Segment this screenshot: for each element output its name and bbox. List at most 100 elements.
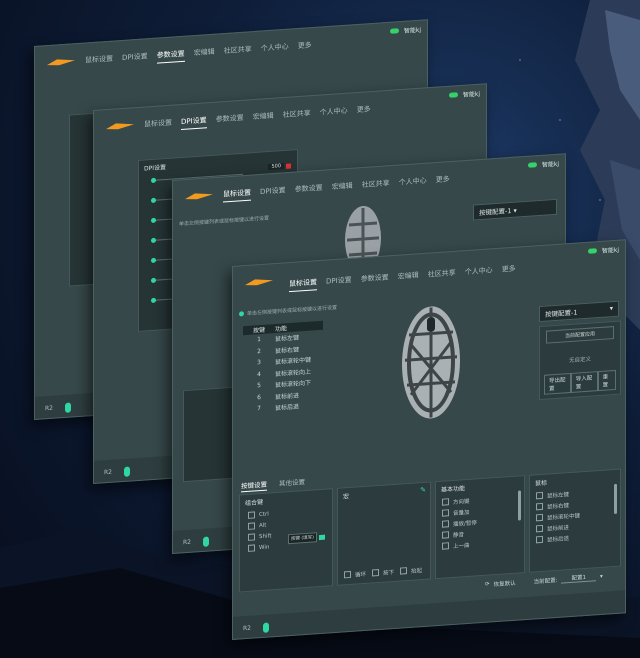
- row-key: 2: [257, 347, 261, 356]
- reset-button[interactable]: 重置: [597, 369, 616, 392]
- row-key: 4: [257, 370, 261, 379]
- main-tabs: 鼠标设置 DPI设置 参数设置 宏编辑 社区共享 个人中心 更多: [223, 174, 450, 203]
- macro-loop[interactable]: 循环: [344, 568, 366, 580]
- device-label: R2: [183, 538, 191, 547]
- refresh-icon[interactable]: ⟳: [485, 581, 490, 587]
- mouse-icon[interactable]: [203, 536, 209, 547]
- tab-community[interactable]: 社区共享: [428, 268, 456, 283]
- row-key: 5: [257, 382, 261, 390]
- tab-dpi[interactable]: DPI设置: [326, 275, 352, 290]
- tab-macro[interactable]: 宏编辑: [332, 181, 353, 195]
- tab-params[interactable]: 参数设置: [216, 113, 244, 128]
- mouse-scrollbar[interactable]: [614, 483, 617, 515]
- tab-mouse-settings[interactable]: 鼠标设置: [85, 54, 113, 69]
- combo-key-label: Shift: [259, 532, 272, 540]
- tab-dpi[interactable]: DPI设置: [260, 185, 286, 200]
- slider-knob[interactable]: [151, 297, 156, 304]
- window-titlebar: 智能kj: [527, 159, 559, 170]
- tab-community[interactable]: 社区共享: [224, 44, 252, 59]
- tab-more[interactable]: 更多: [357, 104, 371, 118]
- mouse-item-label: 鼠标前进: [547, 524, 570, 533]
- dpi-color-swatch[interactable]: [286, 163, 291, 169]
- window-titlebar: 智能kj: [389, 25, 421, 36]
- key-table: 按键 功能 1 鼠标左键 2 鼠标右键 3 鼠标滚轮中键 4 鼠标滚轮向上 5 鼠标滚轮向…: [243, 320, 323, 416]
- row-key: 6: [257, 393, 261, 402]
- slider-knob[interactable]: [151, 197, 156, 204]
- macro-release[interactable]: 抬起: [400, 564, 422, 576]
- device-label: R2: [45, 404, 53, 413]
- window-title: 智能kj: [403, 26, 421, 35]
- profile-panel: 当前配置应用 无自定义 导出配置 导入配置 重置: [539, 320, 621, 401]
- tab-profile[interactable]: 个人中心: [399, 176, 427, 191]
- tab-community[interactable]: 社区共享: [362, 178, 390, 193]
- col-function: 功能: [275, 325, 288, 334]
- macro-option-label: 循环: [355, 571, 367, 579]
- tab-mouse-settings[interactable]: 鼠标设置: [144, 118, 172, 133]
- mouse-item-label: 鼠标滚轮中键: [547, 512, 581, 522]
- macro-panel: 宏 ✎ 循环 按下 抬起: [337, 481, 431, 586]
- tab-dpi[interactable]: DPI设置: [122, 51, 148, 66]
- basic-item-label: 方向键: [453, 498, 470, 506]
- tab-profile[interactable]: 个人中心: [320, 106, 348, 121]
- tab-more[interactable]: 更多: [436, 174, 450, 188]
- combo-panel: 组合键 Ctrl Alt Shift Win 按键 (填写): [239, 488, 333, 593]
- profile-select[interactable]: 按键配置-1 ▾: [539, 300, 619, 323]
- brand-logo: [47, 59, 75, 66]
- tab-macro[interactable]: 宏编辑: [194, 47, 215, 61]
- slider-knob[interactable]: [151, 177, 156, 184]
- mouse-icon[interactable]: [65, 402, 71, 413]
- mouse-icon[interactable]: [124, 466, 130, 477]
- confirm-icon[interactable]: [318, 534, 325, 540]
- macro-press[interactable]: 按下: [372, 566, 394, 578]
- tab-macro[interactable]: 宏编辑: [398, 270, 419, 284]
- slider-knob[interactable]: [151, 237, 156, 244]
- info-icon: [239, 311, 244, 317]
- tab-profile[interactable]: 个人中心: [465, 265, 493, 280]
- tab-other-settings[interactable]: 其他设置: [279, 476, 305, 490]
- tab-macro[interactable]: 宏编辑: [253, 111, 274, 125]
- tab-key-settings[interactable]: 按键设置: [241, 478, 267, 493]
- tab-params[interactable]: 参数设置: [156, 48, 185, 64]
- export-button[interactable]: 导出配置: [544, 372, 571, 395]
- tab-more[interactable]: 更多: [298, 40, 312, 54]
- hint-text: 单击左侧按键列表或鼠标按键以进行设置: [179, 215, 270, 228]
- tab-more[interactable]: 更多: [502, 264, 516, 278]
- window-title: 智能kj: [541, 160, 559, 169]
- app-window-front: 智能kj 鼠标设置 DPI设置 参数设置 宏编辑 社区共享 个人中心 更多 单击…: [232, 239, 626, 640]
- dpi-value[interactable]: 500: [268, 163, 284, 171]
- mouse-icon[interactable]: [263, 622, 269, 633]
- apply-config-button[interactable]: 当前配置应用: [546, 326, 614, 344]
- toggle-switch[interactable]: [527, 162, 537, 168]
- mouse-image: [402, 306, 460, 419]
- edit-icon[interactable]: ✎: [420, 486, 426, 494]
- combo-key-label: Alt: [259, 522, 267, 529]
- combo-key-input[interactable]: 按键 (填写): [288, 532, 317, 545]
- profile-select[interactable]: 按键配置-1 ▾: [473, 198, 557, 221]
- toggle-switch[interactable]: [587, 248, 597, 254]
- toggle-switch[interactable]: [448, 92, 458, 98]
- no-custom-text: 无自定义: [568, 356, 591, 365]
- import-button[interactable]: 导入配置: [570, 371, 598, 393]
- basic-scrollbar[interactable]: [518, 490, 521, 521]
- slider-knob[interactable]: [151, 217, 156, 224]
- window-title: 智能kj: [462, 90, 480, 99]
- combo-key-label: Ctrl: [259, 510, 269, 518]
- mouse-panel: 鼠标 鼠标左键 鼠标右键 鼠标滚轮中键 鼠标前进 鼠标后退: [529, 468, 621, 573]
- combo-key-label: Win: [259, 543, 270, 551]
- slider-knob[interactable]: [151, 257, 156, 264]
- brand-logo: [185, 193, 213, 200]
- tab-dpi[interactable]: DPI设置: [181, 115, 207, 131]
- tab-mouse-settings[interactable]: 鼠标设置: [289, 277, 317, 293]
- tab-community[interactable]: 社区共享: [283, 108, 311, 123]
- slider-knob[interactable]: [151, 277, 156, 284]
- profile-select-value: 按键配置-1: [479, 206, 512, 218]
- tab-params[interactable]: 参数设置: [361, 272, 389, 287]
- tab-params[interactable]: 参数设置: [295, 183, 323, 198]
- current-config-select[interactable]: 配置1: [561, 572, 596, 584]
- toggle-switch[interactable]: [389, 28, 399, 34]
- row-key: 3: [257, 359, 261, 367]
- basic-item-label: 上一曲: [453, 542, 470, 550]
- tab-profile[interactable]: 个人中心: [261, 42, 289, 57]
- tab-mouse-settings[interactable]: 鼠标设置: [223, 187, 251, 203]
- restore-default-button[interactable]: 恢复默认: [494, 578, 516, 587]
